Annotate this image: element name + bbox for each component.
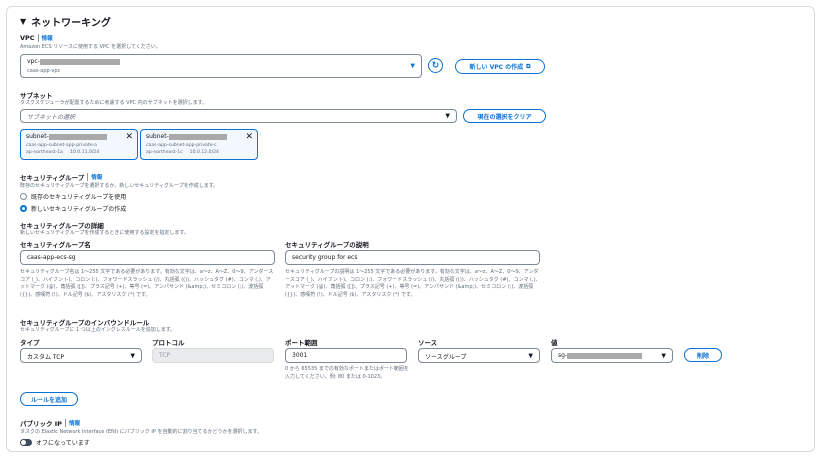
section-header[interactable]: ▼ ネットワーキング	[20, 14, 111, 29]
subnet-token-cidr: 10.0.12.0/24	[189, 150, 219, 155]
create-vpc-label: 新しい VPC の作成	[469, 64, 524, 71]
col-source: ソース	[418, 339, 438, 347]
external-link-icon: ⧉	[526, 62, 531, 70]
subnet-token-name: caas-app-subnet-app-private-a	[26, 143, 97, 148]
sg-description-value: security group for ecs	[292, 254, 358, 261]
caret-down-icon[interactable]: ▼	[20, 17, 26, 26]
rule-protocol-value: TCP	[159, 352, 171, 359]
sg-desc-label: セキュリティグループの説明	[285, 241, 369, 249]
sg-description-input[interactable]: security group for ecs	[285, 250, 540, 265]
vpc-label: VPC	[20, 34, 35, 42]
chevron-down-icon: ▼	[528, 352, 533, 359]
sg-info-link[interactable]: 情報	[87, 173, 102, 181]
clear-selection-label: 現在の選択をクリア	[477, 113, 532, 121]
col-type: タイプ	[20, 339, 40, 347]
rule-port-value: 3001	[292, 352, 308, 359]
rule-protocol-field: TCP	[152, 348, 274, 363]
rule-port-hint: 0 から 65535 までの有効なポートまたはポート範囲を入力してください。例:…	[285, 366, 409, 380]
radio-button[interactable]	[20, 193, 27, 200]
sg-option-existing-label: 既存のセキュリティグループを使用	[31, 194, 127, 201]
public-ip-desc: タスクの Elastic Network Interface (ENI) にパブ…	[20, 429, 262, 435]
add-rule-label: ルールを追加	[30, 396, 67, 404]
col-value: 値	[551, 339, 558, 347]
col-protocol: プロトコル	[152, 339, 185, 347]
redacted-sg-id	[567, 352, 643, 359]
rule-source-value: ソースグループ	[425, 354, 467, 361]
rule-value-select[interactable]: sg- ▼	[551, 348, 673, 363]
rule-type-value: カスタム TCP	[27, 354, 65, 361]
rule-value-prefix: sg-	[558, 352, 568, 359]
sg-details-desc: 新しいセキュリティグループを作成するときに使用する設定を指定します。	[20, 230, 189, 236]
close-icon[interactable]: ✕	[245, 132, 253, 142]
vpc-desc: Amazon ECS リソースに使用する VPC を選択してください。	[20, 44, 161, 50]
public-ip-info-link[interactable]: 情報	[64, 419, 80, 427]
sg-option-new[interactable]: 新しいセキュリティグループの作成	[20, 204, 126, 213]
subnet-token-c: subnet- caas-app-subnet-app-private-c ap…	[140, 129, 258, 160]
vpc-value-prefix: vpc-	[27, 58, 40, 65]
section-title: ネットワーキング	[31, 18, 111, 29]
vpc-value-sub: caas-app-vpc	[27, 68, 61, 74]
sg-desc: 既存のセキュリティグループを選択するか、新しいセキュリティグループを作成します。	[20, 183, 219, 189]
public-ip-toggle-label: オフになっています	[36, 440, 90, 447]
subnet-token-name: caas-app-subnet-app-private-c	[146, 143, 217, 148]
inbound-desc: セキュリティグループに 1 つ以上のイングレスルールを追加します。	[20, 327, 176, 333]
redacted-subnet-id	[168, 133, 227, 140]
subnet-token-id: subnet-	[146, 133, 169, 140]
subnet-desc: タスクスケジューラが配置するために考慮する VPC 内のサブネットを選択します。	[20, 100, 208, 106]
delete-rule-label: 削除	[696, 352, 709, 360]
public-ip-label-row: パブリック IP 情報	[20, 418, 80, 428]
radio-button-selected[interactable]	[20, 205, 27, 212]
clear-selection-button[interactable]: 現在の選択をクリア	[463, 109, 546, 123]
public-ip-label: パブリック IP	[20, 420, 62, 428]
subnet-token-cidr: 10.0.11.0/24	[69, 150, 100, 155]
sg-label-row: セキュリティグループ 情報	[20, 172, 102, 182]
col-port: ポート範囲	[285, 339, 318, 347]
sg-name-input[interactable]: caas-app-ecs-sg	[20, 250, 275, 265]
redacted-vpc-id	[39, 58, 120, 65]
subnet-select[interactable]: サブネットの選択 ▼	[20, 109, 457, 123]
subnet-placeholder: サブネットの選択	[27, 114, 76, 121]
refresh-icon: ↻	[431, 60, 440, 71]
vpc-info-link[interactable]: 情報	[37, 34, 53, 42]
vpc-select[interactable]: vpc- caas-app-vpc ▼	[20, 54, 422, 78]
sg-name-hint: セキュリティグループ名は 1〜255 文字である必要があります。有効な文字は、a…	[20, 269, 274, 298]
networking-panel: ▼ ネットワーキング VPC 情報 Amazon ECS リソースに使用する V…	[6, 6, 815, 452]
redacted-subnet-id	[48, 133, 107, 140]
rule-type-select[interactable]: カスタム TCP ▼	[20, 348, 142, 363]
sg-option-existing[interactable]: 既存のセキュリティグループを使用	[20, 192, 126, 201]
public-ip-toggle-row[interactable]: オフになっています	[20, 438, 90, 447]
subnet-token-id: subnet-	[26, 133, 49, 140]
add-rule-button[interactable]: ルールを追加	[20, 392, 78, 406]
chevron-down-icon: ▼	[410, 62, 415, 70]
refresh-button[interactable]: ↻	[428, 58, 443, 73]
chevron-down-icon: ▼	[130, 352, 135, 359]
sg-label: セキュリティグループ	[20, 174, 85, 182]
close-icon[interactable]: ✕	[125, 132, 133, 142]
chevron-down-icon: ▼	[445, 112, 450, 120]
chevron-down-icon: ▼	[661, 352, 666, 359]
sg-name-label: セキュリティグループ名	[20, 241, 91, 249]
subnet-token-a: subnet- caas-app-subnet-app-private-a ap…	[20, 129, 138, 160]
rule-port-input[interactable]: 3001	[285, 348, 407, 363]
create-vpc-button[interactable]: 新しい VPC の作成 ⧉	[455, 59, 545, 74]
vpc-label-row: VPC 情報	[20, 34, 53, 42]
rule-source-select[interactable]: ソースグループ ▼	[418, 348, 540, 363]
sg-name-value: caas-app-ecs-sg	[27, 254, 76, 261]
subnet-token-az: ap-northeast-1c	[146, 150, 183, 155]
toggle-switch[interactable]	[20, 439, 32, 446]
sg-option-new-label: 新しいセキュリティグループの作成	[31, 206, 127, 213]
subnet-token-az: ap-northeast-1a	[26, 150, 63, 155]
delete-rule-button[interactable]: 削除	[684, 348, 722, 362]
sg-desc-hint: セキュリティグループの説明は 1〜255 文字である必要があります。有効な文字は…	[285, 269, 541, 298]
